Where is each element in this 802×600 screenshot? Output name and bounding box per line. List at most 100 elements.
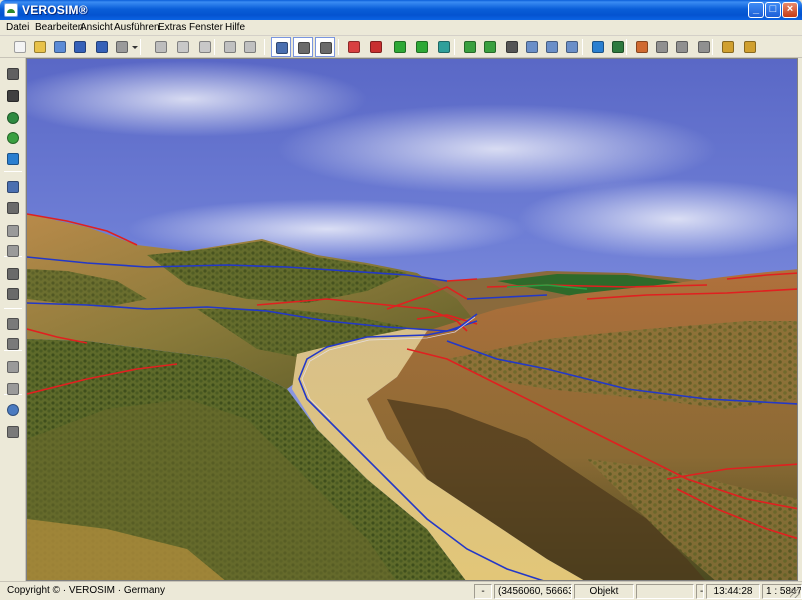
pen-tool-icon xyxy=(7,90,19,102)
object-red-alt-button[interactable] xyxy=(368,39,384,55)
move-icon xyxy=(394,41,406,53)
save-icon xyxy=(74,41,86,53)
menu-ansicht[interactable]: Ansicht xyxy=(80,22,113,33)
print-button[interactable] xyxy=(114,39,130,55)
rotate-button[interactable] xyxy=(436,39,452,55)
cut-button[interactable] xyxy=(153,39,169,55)
menu-extras[interactable]: Extras xyxy=(158,22,186,33)
rotate-icon xyxy=(438,41,450,53)
menu-bar: Datei Bearbeiten Ansicht Ausführen Extra… xyxy=(0,20,802,36)
redirect-tool-button[interactable] xyxy=(6,382,20,396)
new-button[interactable] xyxy=(12,39,28,55)
frame-button[interactable] xyxy=(742,39,758,55)
paste-icon xyxy=(199,41,211,53)
tool-d-icon xyxy=(698,41,710,53)
redo-icon xyxy=(244,41,256,53)
layer-button[interactable] xyxy=(720,39,736,55)
measure-icon xyxy=(320,42,332,54)
menu-datei[interactable]: Datei xyxy=(6,22,29,33)
zoom-fit-button[interactable] xyxy=(524,39,540,55)
brush-tool-button[interactable] xyxy=(6,317,20,331)
connect-tool-button[interactable] xyxy=(6,201,20,215)
toolbar-separator xyxy=(454,39,455,55)
zoom-fit-icon xyxy=(526,41,538,53)
menu-fenster[interactable]: Fenster xyxy=(189,22,223,33)
menu-bearbeiten[interactable]: Bearbeiten xyxy=(35,22,83,33)
minimize-button[interactable]: _ xyxy=(748,2,764,18)
join-alt-icon xyxy=(7,288,19,300)
open-button[interactable] xyxy=(32,39,48,55)
disk-tool-button[interactable] xyxy=(6,67,20,81)
sidebar-separator xyxy=(4,171,22,172)
join-tool-button[interactable] xyxy=(6,267,20,281)
zoom-extent-button[interactable] xyxy=(544,39,560,55)
target-tool-button[interactable] xyxy=(6,152,20,166)
status-copyright: Copyright © · VEROSIM · Germany xyxy=(7,585,165,596)
terrain-3d-viewport[interactable] xyxy=(26,58,798,581)
tool-c-button[interactable] xyxy=(674,39,690,55)
measure-button[interactable] xyxy=(315,37,335,57)
move-alt-icon xyxy=(416,41,428,53)
select-mode-button[interactable] xyxy=(293,37,313,57)
resize-grip-icon[interactable] xyxy=(790,588,800,598)
zoom-out-button[interactable] xyxy=(564,39,580,55)
open-recent-button[interactable] xyxy=(52,39,68,55)
title-bar[interactable]: VEROSIM® _ □ × xyxy=(0,0,802,20)
brush-alt-tool-button[interactable] xyxy=(6,337,20,351)
map-icon xyxy=(612,41,624,53)
zoom-point-button[interactable] xyxy=(462,39,478,55)
toolbar-separator xyxy=(140,39,141,55)
tool-a-button[interactable] xyxy=(634,39,650,55)
window-title: VEROSIM® xyxy=(22,3,88,17)
menu-hilfe[interactable]: Hilfe xyxy=(225,22,245,33)
redo-button[interactable] xyxy=(242,39,258,55)
maximize-button[interactable]: □ xyxy=(765,2,781,18)
tool-b-button[interactable] xyxy=(654,39,670,55)
paste-button[interactable] xyxy=(197,39,213,55)
open-icon xyxy=(34,41,46,53)
move-alt-button[interactable] xyxy=(414,39,430,55)
copy-button[interactable] xyxy=(175,39,191,55)
globe-button[interactable] xyxy=(590,39,606,55)
settings-tool-button[interactable] xyxy=(6,403,20,417)
sphere-tool-button[interactable] xyxy=(6,111,20,125)
ellipse-icon xyxy=(7,132,19,144)
tool-a-icon xyxy=(636,41,648,53)
view-mode-button[interactable] xyxy=(271,37,291,57)
target-icon xyxy=(7,153,19,165)
status-mode: Objekt xyxy=(574,584,634,599)
menu-ausfuehren[interactable]: Ausführen xyxy=(114,22,160,33)
tree-tool-button[interactable] xyxy=(6,425,20,439)
new-icon xyxy=(14,41,26,53)
refresh-icon xyxy=(7,361,19,373)
brush-icon xyxy=(7,318,19,330)
refresh-tool-button[interactable] xyxy=(6,360,20,374)
main-toolbar xyxy=(0,36,802,58)
toolbar-separator xyxy=(582,39,583,55)
object-red-button[interactable] xyxy=(346,39,362,55)
pencil-tool-button[interactable] xyxy=(6,180,20,194)
ellipse-tool-button[interactable] xyxy=(6,131,20,145)
settings-icon xyxy=(7,404,19,416)
toolbar-separator xyxy=(214,39,215,55)
tool-d-button[interactable] xyxy=(696,39,712,55)
join-icon xyxy=(7,268,19,280)
map-button[interactable] xyxy=(610,39,626,55)
close-button[interactable]: × xyxy=(782,2,798,18)
print-dropdown-chevron-down-icon[interactable] xyxy=(131,39,139,55)
zoom-in-button[interactable] xyxy=(482,39,498,55)
zoom-out-icon xyxy=(566,41,578,53)
zoom-window-button[interactable] xyxy=(504,39,520,55)
join-alt-tool-button[interactable] xyxy=(6,287,20,301)
zoom-extent-icon xyxy=(546,41,558,53)
move-button[interactable] xyxy=(392,39,408,55)
save-as-button[interactable] xyxy=(94,39,110,55)
delete-tool-button[interactable] xyxy=(6,224,20,238)
tool-b-icon xyxy=(656,41,668,53)
undo-button[interactable] xyxy=(222,39,238,55)
undo-icon xyxy=(224,41,236,53)
app-logo-icon[interactable] xyxy=(4,3,18,17)
pen-tool-tool-button[interactable] xyxy=(6,89,20,103)
save-button[interactable] xyxy=(72,39,88,55)
split-tool-button[interactable] xyxy=(6,244,20,258)
